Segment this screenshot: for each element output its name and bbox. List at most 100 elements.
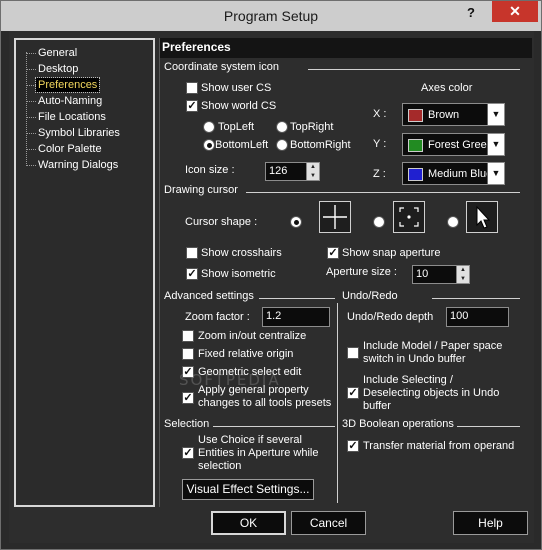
zoom-centralize-label: Zoom in/out centralize [198,330,307,342]
zoom-factor-value: 1.2 [266,310,282,322]
cursor-box-radio[interactable] [373,216,385,228]
zoom-centralize-checkbox[interactable] [182,330,194,342]
z-color-combo[interactable]: Medium Blue ▼ [402,162,505,185]
bottomright-radio[interactable] [276,139,288,151]
tree-connector [26,133,36,134]
topleft-label: TopLeft [218,121,255,133]
apply-general-checkbox[interactable]: ✓ [182,392,194,404]
settings-tree: General Desktop Preferences Auto-Naming … [14,38,155,507]
undo-depth-label: Undo/Redo depth [347,311,434,323]
ok-button[interactable]: OK [211,511,286,535]
bottomleft-radio[interactable] [203,139,215,151]
show-user-cs-label: Show user CS [201,82,272,94]
icon-size-label: Icon size : [185,164,235,176]
cancel-button[interactable]: Cancel [291,511,366,535]
y-color-swatch [408,139,423,152]
include-selecting-label-line1: Include Selecting / [363,374,453,386]
x-color-swatch [408,109,423,122]
dialog-body: General Desktop Preferences Auto-Naming … [9,31,534,543]
show-snap-aperture-checkbox[interactable]: ✓ [327,247,339,259]
tree-connector [26,69,36,70]
tree-item-symbol-libraries[interactable]: Symbol Libraries [38,126,120,140]
topright-radio[interactable] [276,121,288,133]
transfer-material-label: Transfer material from operand [363,440,515,452]
use-choice-label-line2: Entities in Aperture while [198,447,319,459]
fixed-origin-checkbox[interactable] [182,348,194,360]
cursor-shape-label: Cursor shape : [185,216,258,228]
show-snap-aperture-label: Show snap aperture [342,247,441,259]
show-world-cs-checkbox[interactable]: ✓ [186,100,198,112]
tree-connector [26,117,36,118]
tree-connector [26,149,36,150]
crosshair-cursor-icon[interactable] [319,201,351,233]
show-world-cs-label: Show world CS [201,100,277,112]
divider [457,426,520,427]
bottomright-label: BottomRight [290,139,351,151]
boolean-section-title: 3D Boolean operations [342,418,454,430]
divider [246,192,520,193]
fixed-origin-label: Fixed relative origin [198,348,294,360]
tree-item-preferences[interactable]: Preferences [34,77,101,93]
program-setup-window: Program Setup ? ✕ General Desktop Prefer… [0,0,542,550]
icon-size-spinner[interactable]: ▲ ▼ [306,163,319,180]
advanced-section-title: Advanced settings [164,290,254,302]
use-choice-checkbox[interactable]: ✓ [182,447,194,459]
undo-depth-input[interactable]: 100 [446,307,509,327]
selection-section-title: Selection [164,418,210,430]
axes-color-label: Axes color [421,82,473,94]
tree-connector [26,85,36,86]
z-axis-label: Z : [373,168,386,180]
bottomleft-label: BottomLeft [215,139,269,151]
zoom-factor-label: Zoom factor : [185,311,250,323]
undo-depth-value: 100 [450,310,469,322]
coord-section-title: Coordinate system icon [164,61,279,73]
tree-item-color-palette[interactable]: Color Palette [38,142,102,156]
apply-general-label-line2: changes to all tools presets [198,397,332,409]
chevron-down-icon[interactable]: ▼ [487,134,504,155]
chevron-down-icon[interactable]: ▼ [487,163,504,184]
topleft-radio[interactable] [203,121,215,133]
y-color-combo[interactable]: Forest Green ▼ [402,133,505,156]
cursor-cross-radio[interactable] [290,216,302,228]
show-crosshairs-checkbox[interactable] [186,247,198,259]
aperture-size-spinner[interactable]: ▲ ▼ [456,266,469,283]
box-cursor-icon[interactable] [393,201,425,233]
help-icon[interactable]: ? [463,5,479,23]
close-icon[interactable]: ✕ [492,1,538,22]
tree-connector [26,165,36,166]
show-user-cs-checkbox[interactable] [186,82,198,94]
tree-connector [26,101,36,102]
preferences-panel: Preferences Coordinate system icon Show … [159,38,532,507]
y-axis-label: Y : [373,138,387,150]
chevron-down-icon[interactable]: ▼ [487,104,504,125]
z-color-value: Medium Blue [428,168,488,180]
x-color-combo[interactable]: Brown ▼ [402,103,505,126]
tree-item-auto-naming[interactable]: Auto-Naming [38,94,102,108]
include-model-label-line2: switch in Undo buffer [363,353,466,365]
transfer-material-checkbox[interactable]: ✓ [347,440,359,452]
cursor-arrow-radio[interactable] [447,216,459,228]
include-model-label-line1: Include Model / Paper space [363,340,503,352]
tree-item-file-locations[interactable]: File Locations [38,110,106,124]
divider [213,426,335,427]
divider [308,69,520,70]
tree-item-warning-dialogs[interactable]: Warning Dialogs [38,158,118,172]
show-isometric-checkbox[interactable]: ✓ [186,268,198,280]
tree-item-desktop[interactable]: Desktop [38,62,78,76]
column-divider [337,303,338,503]
visual-effect-settings-button[interactable]: Visual Effect Settings... [182,479,314,500]
topright-label: TopRight [290,121,334,133]
x-axis-label: X : [373,108,387,120]
help-button[interactable]: Help [453,511,528,535]
zoom-factor-input[interactable]: 1.2 [262,307,330,327]
title-bar[interactable]: Program Setup ? ✕ [1,1,541,31]
include-model-checkbox[interactable] [347,347,359,359]
tree-connector [26,53,36,54]
include-selecting-checkbox[interactable]: ✓ [347,387,359,399]
icon-size-value: 126 [269,165,288,177]
y-color-value: Forest Green [428,139,488,151]
arrow-cursor-icon[interactable] [466,201,498,233]
tree-item-general[interactable]: General [38,46,77,60]
divider [432,298,520,299]
cursor-section-title: Drawing cursor [164,184,238,196]
